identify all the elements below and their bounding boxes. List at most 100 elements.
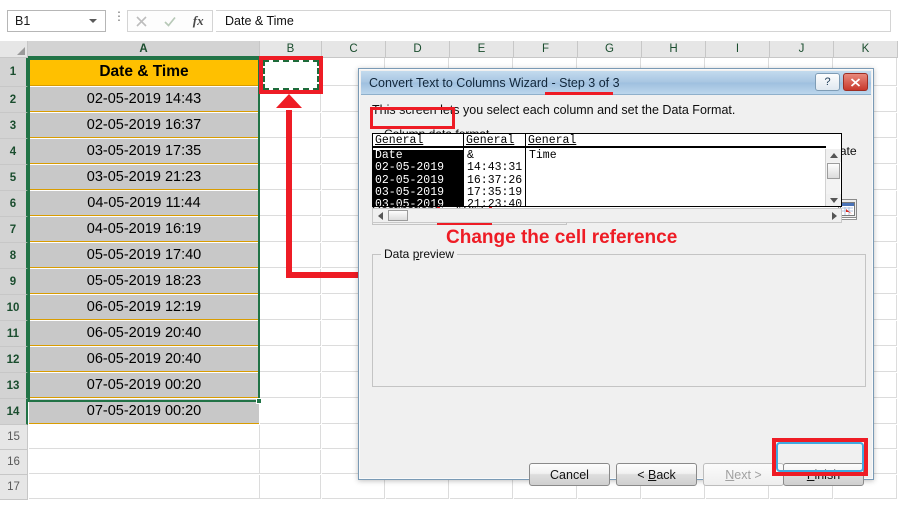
row-header-8[interactable]: 8 xyxy=(0,243,28,269)
vscroll-thumb[interactable] xyxy=(827,163,840,179)
cell-a7[interactable]: 04-05-2019 16:19 xyxy=(29,217,259,242)
chevron-down-icon[interactable] xyxy=(89,19,97,23)
fill-handle[interactable] xyxy=(256,398,262,404)
annotation-arrow-vertical xyxy=(286,101,292,277)
fx-icon[interactable]: fx xyxy=(193,13,204,29)
data-preview-divider xyxy=(525,134,526,206)
grid-cell[interactable] xyxy=(260,295,321,320)
column-header-a[interactable]: A xyxy=(28,41,260,58)
cell-a8[interactable]: 05-05-2019 17:40 xyxy=(29,243,259,268)
column-header-c[interactable]: C xyxy=(322,41,386,58)
row-header-9[interactable]: 9 xyxy=(0,269,28,295)
column-header-g[interactable]: G xyxy=(578,41,642,58)
convert-text-to-columns-dialog: Convert Text to Columns Wizard - Step 3 … xyxy=(358,68,874,486)
scroll-down-icon[interactable] xyxy=(826,194,841,206)
data-preview-cell xyxy=(529,187,727,199)
column-header-k[interactable]: K xyxy=(834,41,898,58)
data-preview-header-1: General xyxy=(464,134,526,148)
name-box[interactable]: B1 xyxy=(7,10,106,32)
close-button[interactable] xyxy=(843,73,868,91)
grid-cell[interactable] xyxy=(29,475,260,499)
data-preview-header-0: General xyxy=(373,134,464,148)
select-all-corner[interactable] xyxy=(0,41,28,58)
close-icon[interactable] xyxy=(136,15,147,27)
annotation-box-finish xyxy=(772,438,868,476)
cell-a12[interactable]: 06-05-2019 20:40 xyxy=(29,347,259,372)
data-preview-cell: 03-05-2019 xyxy=(375,198,445,207)
cell-a9[interactable]: 05-05-2019 18:23 xyxy=(29,269,259,294)
grid-cell[interactable] xyxy=(260,373,321,398)
cell-a13[interactable]: 07-05-2019 00:20 xyxy=(29,373,259,398)
annotation-arrow-head-icon xyxy=(276,94,302,108)
row-header-4[interactable]: 4 xyxy=(0,139,28,165)
formula-input[interactable]: Date & Time xyxy=(216,10,891,32)
cell-a2[interactable]: 02-05-2019 14:43 xyxy=(29,87,259,112)
column-header-f[interactable]: F xyxy=(514,41,578,58)
column-header-i[interactable]: I xyxy=(706,41,770,58)
cell-a1-header[interactable]: Date & Time xyxy=(29,58,259,86)
data-preview-vscrollbar[interactable] xyxy=(825,149,841,206)
cell-a6[interactable]: 04-05-2019 11:44 xyxy=(29,191,259,216)
scroll-right-icon[interactable] xyxy=(827,209,841,222)
cell-a4[interactable]: 03-05-2019 17:35 xyxy=(29,139,259,164)
column-header-d[interactable]: D xyxy=(386,41,450,58)
column-header-e[interactable]: E xyxy=(450,41,514,58)
data-preview-group: Data preview xyxy=(372,247,866,387)
row-header-12[interactable]: 12 xyxy=(0,347,28,373)
annotation-box-b1 xyxy=(259,56,323,94)
row-header-15[interactable]: 15 xyxy=(0,425,28,450)
row-header-1[interactable]: 1 xyxy=(0,58,28,87)
data-preview-table[interactable]: General General General Date 02-05-2019 02… xyxy=(372,133,842,207)
cell-a5[interactable]: 03-05-2019 21:23 xyxy=(29,165,259,190)
dialog-title: Convert Text to Columns Wizard - Step 3 … xyxy=(369,75,620,90)
column-header-j[interactable]: J xyxy=(770,41,834,58)
grid-cell[interactable] xyxy=(260,475,321,499)
grid-cell[interactable] xyxy=(260,321,321,346)
row-header-13[interactable]: 13 xyxy=(0,373,28,399)
row-header-2[interactable]: 2 xyxy=(0,87,28,113)
cancel-button[interactable]: Cancel xyxy=(529,463,610,486)
row-header-6[interactable]: 6 xyxy=(0,191,28,217)
scroll-up-icon[interactable] xyxy=(826,149,841,162)
row-header-5[interactable]: 5 xyxy=(0,165,28,191)
formula-action-buttons: fx xyxy=(127,10,213,32)
check-icon[interactable] xyxy=(164,16,176,27)
scroll-left-icon[interactable] xyxy=(373,209,387,222)
hscroll-thumb[interactable] xyxy=(388,210,408,221)
cell-a3[interactable]: 02-05-2019 16:37 xyxy=(29,113,259,138)
cell-a11[interactable]: 06-05-2019 20:40 xyxy=(29,321,259,346)
column-header-h[interactable]: H xyxy=(642,41,706,58)
grid-cell[interactable] xyxy=(29,450,260,474)
cell-a14[interactable]: 07-05-2019 00:20 xyxy=(29,399,259,424)
row-header-3[interactable]: 3 xyxy=(0,113,28,139)
data-preview-hscrollbar[interactable] xyxy=(372,208,842,223)
data-preview-cell xyxy=(529,175,727,187)
data-preview-column-1[interactable]: & 14:43:31 16:37:26 17:35:19 21:23:40 xyxy=(465,149,525,207)
row-header-7[interactable]: 7 xyxy=(0,217,28,243)
data-preview-cell xyxy=(529,162,727,174)
help-button[interactable]: ? xyxy=(815,73,840,91)
row-header-14[interactable]: 14 xyxy=(0,399,28,425)
back-button-label: < Back xyxy=(637,467,676,482)
cell-a10[interactable]: 06-05-2019 12:19 xyxy=(29,295,259,320)
row-header-17[interactable]: 17 xyxy=(0,475,28,500)
data-preview-column-2[interactable]: Time xyxy=(527,149,727,206)
grid-cell[interactable] xyxy=(260,347,321,372)
dialog-title-bar[interactable]: Convert Text to Columns Wizard - Step 3 … xyxy=(361,71,871,95)
grid-cell[interactable] xyxy=(260,450,321,474)
back-button[interactable]: < Back xyxy=(616,463,697,486)
grid-cell[interactable] xyxy=(29,425,260,449)
grid-cell[interactable] xyxy=(260,399,321,424)
cancel-button-label: Cancel xyxy=(550,467,589,482)
row-header-11[interactable]: 11 xyxy=(0,321,28,347)
data-preview-cell: 21:23:40 xyxy=(467,198,523,207)
dialog-body: This screen lets you select each column … xyxy=(361,95,871,486)
grid-cell[interactable] xyxy=(260,425,321,449)
row-header-16[interactable]: 16 xyxy=(0,450,28,475)
data-preview-cell: 14:43:31 xyxy=(467,161,523,175)
row-header-10[interactable]: 10 xyxy=(0,295,28,321)
data-preview-cell: Time xyxy=(529,149,557,162)
data-preview-column-0[interactable]: Date 02-05-2019 02-05-2019 03-05-2019 03-05-… xyxy=(373,149,464,207)
excel-window: B1 ⋮ fx Date & Time ABCDEFGHIJK 12345678… xyxy=(0,0,898,507)
next-button-label: Next > xyxy=(725,467,762,482)
